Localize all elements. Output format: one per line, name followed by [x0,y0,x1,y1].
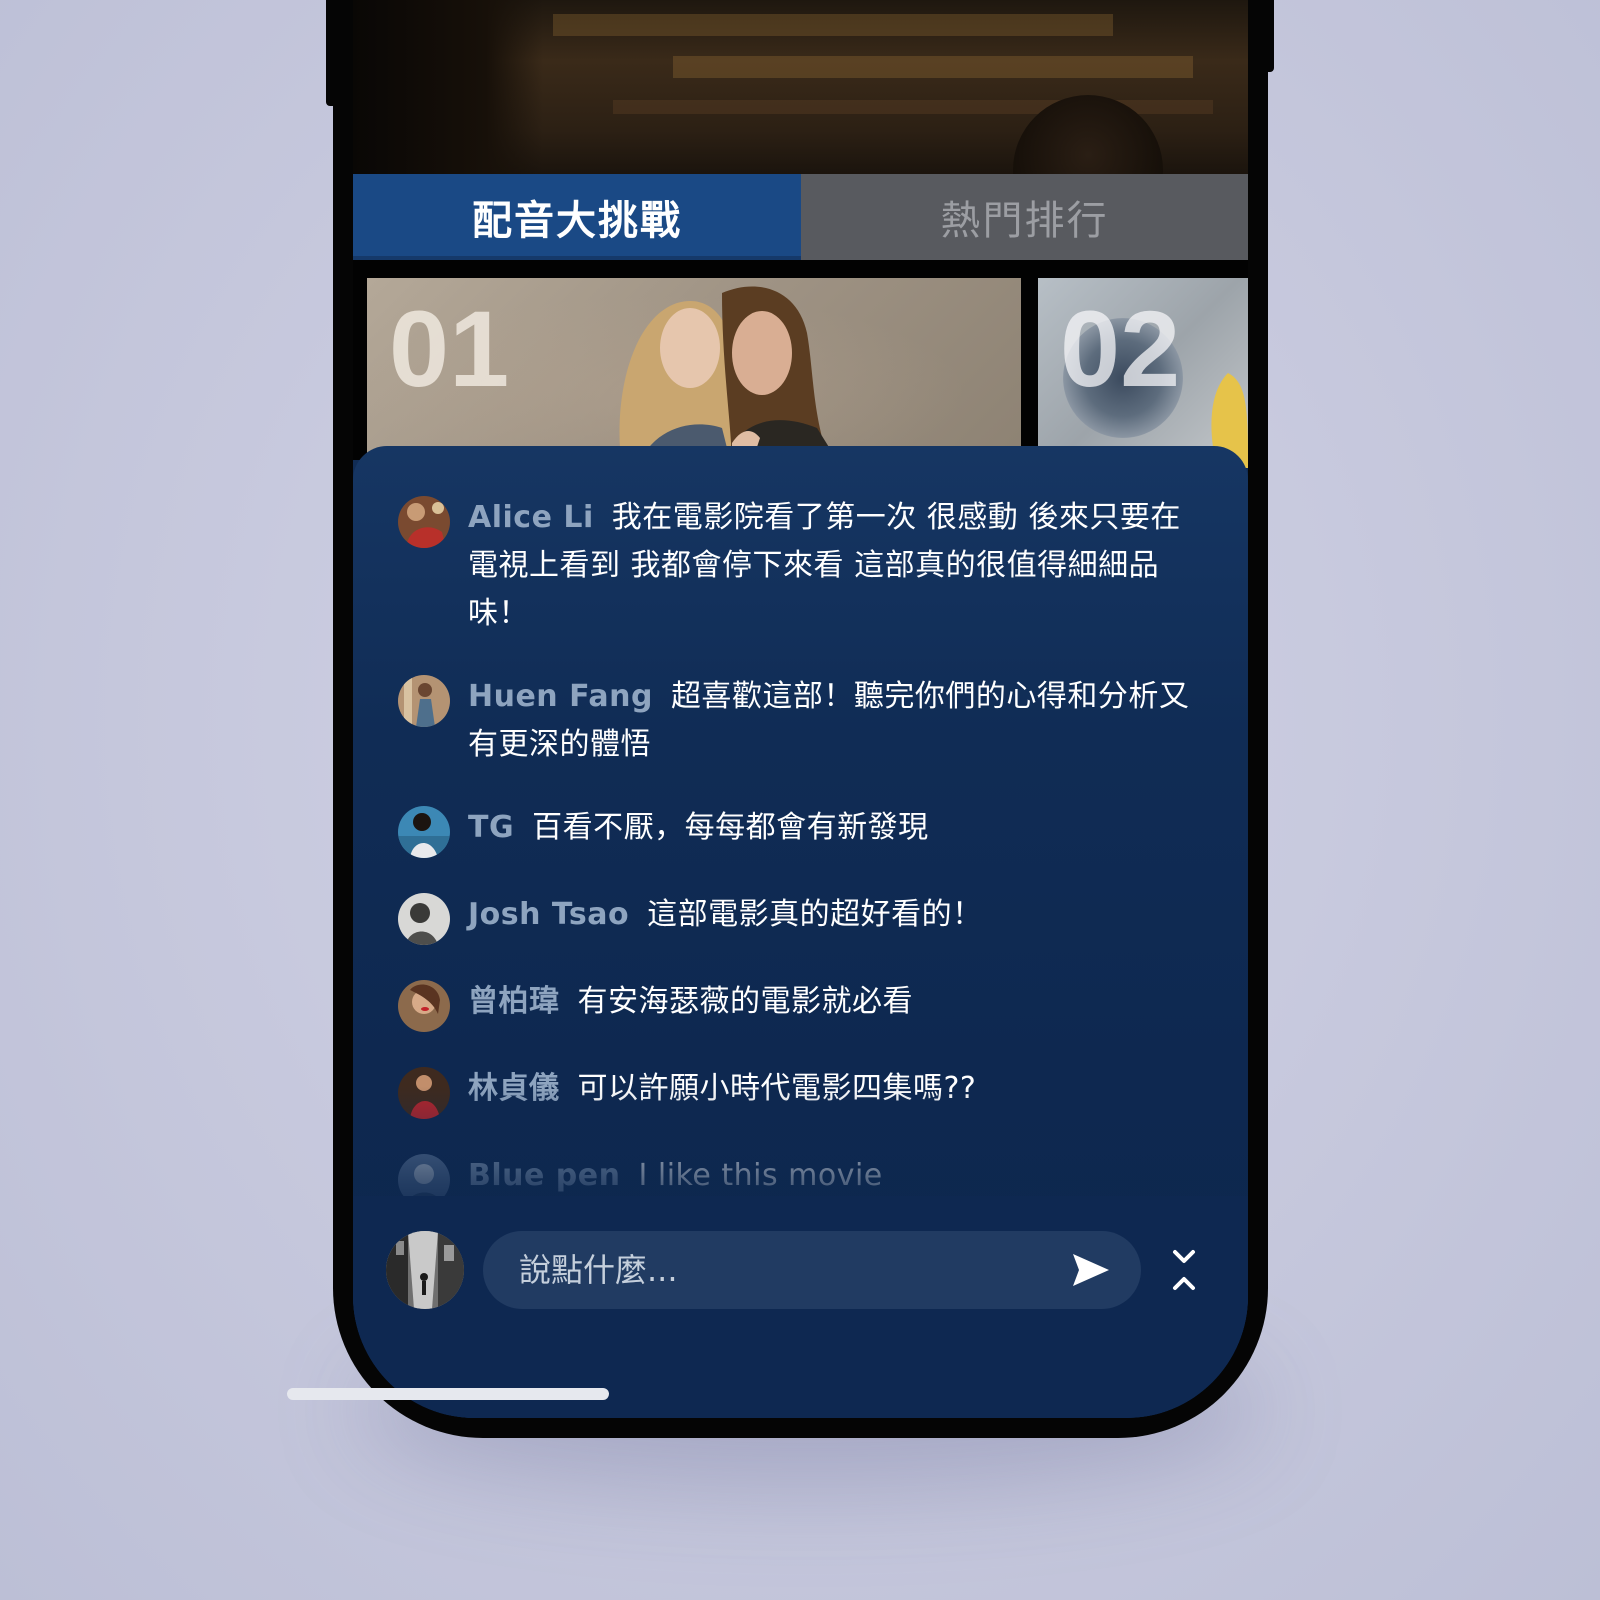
tab-popular-ranking[interactable]: 熱門排行 [801,174,1248,260]
collapse-chat-button[interactable] [1171,1248,1197,1292]
message-text: 曾柏瑋 有安海瑟薇的電影就必看 [468,978,1208,1026]
challenge-card-row: 01 02 [353,260,1248,468]
send-icon [1073,1254,1109,1286]
message-body: 這部電影真的超好看的！ [647,897,983,932]
phone-screen: 配音大挑戰 熱門排行 01 02 Alice Li 我在電影院看了第一次 很感動… [353,0,1248,1418]
chat-panel: Alice Li 我在電影院看了第一次 很感動 後來只要在電視上看到 我都會停下來… [353,446,1248,1418]
message-text: 林貞儀 可以許願小時代電影四集嗎?? [468,1065,1208,1113]
message-body: 百看不厭，每每都會有新發現 [532,810,929,845]
send-button[interactable] [1071,1252,1111,1288]
message-body: 有安海瑟薇的電影就必看 [577,984,913,1019]
username[interactable]: TG [468,810,514,845]
my-avatar[interactable] [386,1231,464,1309]
card-number: 02 [1060,288,1181,409]
tab-dubbing-challenge[interactable]: 配音大挑戰 [353,174,801,260]
video-scene-light [553,14,1113,36]
card-number: 01 [389,288,510,409]
username[interactable]: Huen Fang [468,679,653,714]
video-player[interactable] [353,0,1248,174]
movie-poster-figures [619,286,842,468]
user-avatar[interactable] [398,1067,450,1119]
username[interactable]: 林貞儀 [468,1071,560,1106]
chat-message-input[interactable] [483,1231,1141,1309]
message-body: 可以許願小時代電影四集嗎?? [577,1071,977,1106]
home-indicator[interactable] [287,1388,609,1400]
user-avatar[interactable] [398,675,450,727]
challenge-card-1[interactable]: 01 [367,278,1021,468]
message-text: TG 百看不厭，每每都會有新發現 [468,804,1208,852]
chat-message-list[interactable]: Alice Li 我在電影院看了第一次 很感動 後來只要在電視上看到 我都會停下來… [353,486,1248,1196]
message-text: Josh Tsao 這部電影真的超好看的！ [468,891,1208,939]
message-text: Huen Fang 超喜歡這部！聽完你們的心得和分析又有更深的體悟 [468,673,1208,769]
username[interactable]: Josh Tsao [468,897,629,932]
user-avatar[interactable] [398,980,450,1032]
chat-input-bar [353,1196,1248,1418]
video-scene-shadow [353,0,543,174]
username[interactable]: Alice Li [468,500,594,535]
message-body: I like this movie [638,1158,883,1193]
collapse-chevrons-icon [1173,1250,1195,1290]
username[interactable]: Blue pen [468,1158,620,1193]
video-scene-light [673,56,1193,78]
message-text: Alice Li 我在電影院看了第一次 很感動 後來只要在電視上看到 我都會停下來… [468,494,1208,638]
user-avatar[interactable] [398,496,450,548]
user-avatar[interactable] [398,806,450,858]
challenge-card-2[interactable]: 02 [1038,278,1248,468]
tab-bar: 配音大挑戰 熱門排行 [353,174,1248,260]
user-avatar[interactable] [398,1154,450,1196]
message-text: Blue pen I like this movie [468,1152,1208,1196]
user-avatar[interactable] [398,893,450,945]
username[interactable]: 曾柏瑋 [468,984,560,1019]
